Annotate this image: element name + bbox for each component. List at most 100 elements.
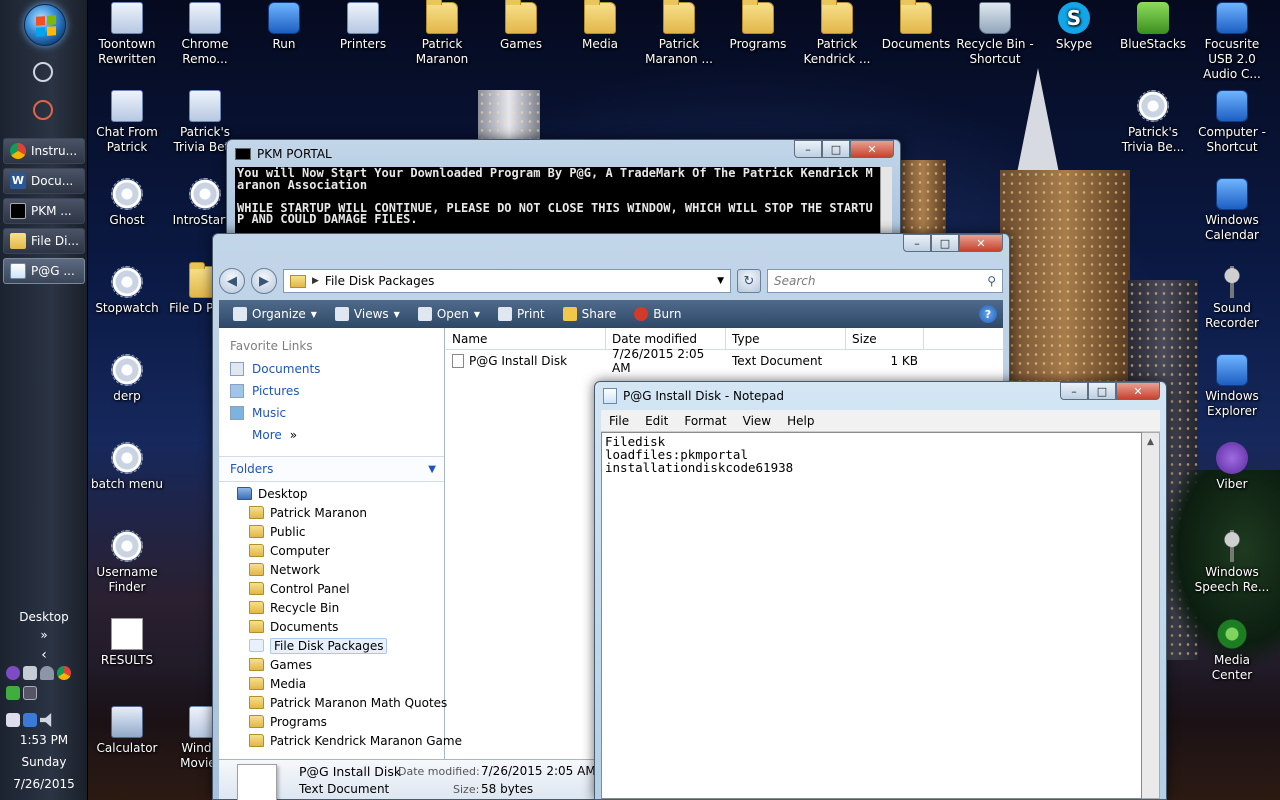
device-tray-icon[interactable]	[6, 713, 20, 727]
tree-item[interactable]: Control Panel	[219, 579, 444, 598]
monitor-tray-icon[interactable]	[23, 686, 37, 700]
show-desktop-icon[interactable]	[33, 62, 53, 82]
collapse-arrow-icon[interactable]: ‹	[0, 647, 88, 663]
close-button[interactable]: ✕	[959, 234, 1003, 252]
tree-item[interactable]: Patrick Maranon Math Quotes	[219, 693, 447, 712]
security-tray-icon[interactable]	[6, 686, 20, 700]
desktop-icon[interactable]: Patrick Maranon ...	[640, 0, 718, 67]
close-button[interactable]: ✕	[850, 140, 894, 158]
chrome-tray-icon[interactable]	[57, 666, 71, 680]
bell-tray-icon[interactable]	[40, 666, 54, 680]
desktop-icon[interactable]: Ghost	[88, 178, 166, 228]
desktop-icon[interactable]: Computer - Shortcut	[1193, 90, 1271, 155]
search-icon[interactable]: ⚲	[987, 274, 996, 288]
desktop-icon[interactable]: Games	[482, 0, 560, 52]
desktop-icon[interactable]: derp	[88, 354, 166, 404]
column-header-size[interactable]: Size	[846, 328, 924, 349]
vertical-scrollbar[interactable]: ▲	[1142, 432, 1160, 799]
console-window[interactable]: PKM PORTAL – □ ✕ You will Now Start Your…	[226, 139, 901, 243]
menu-edit[interactable]: Edit	[637, 414, 676, 428]
tree-item[interactable]: Desktop	[219, 484, 444, 503]
expand-chevron-icon[interactable]: »	[0, 628, 88, 642]
tree-item[interactable]: Documents	[219, 617, 444, 636]
folders-header[interactable]: Folders ▼	[219, 456, 444, 482]
clock-time[interactable]: 1:53 PM	[0, 733, 88, 747]
share-button[interactable]: Share	[555, 302, 625, 326]
minimize-button[interactable]: –	[1060, 382, 1088, 400]
address-dropdown-icon[interactable]: ▼	[717, 276, 724, 286]
desktop-icon[interactable]: Media Center	[1193, 618, 1271, 683]
maximize-button[interactable]: □	[1088, 382, 1116, 400]
desktop-icon[interactable]: Windows Explorer	[1193, 354, 1271, 419]
taskbar-button-console[interactable]: PKM ...	[3, 198, 85, 224]
views-button[interactable]: Views ▼	[327, 302, 408, 326]
desktop-icon[interactable]: Patrick Maranon	[403, 0, 481, 67]
column-header-type[interactable]: Type	[726, 328, 846, 349]
tree-item[interactable]: Public	[219, 522, 444, 541]
favorite-link-music[interactable]: Music	[219, 402, 444, 424]
tree-item[interactable]: Games	[219, 655, 444, 674]
taskbar-button-explorer[interactable]: File Di...	[3, 228, 85, 254]
volume-icon[interactable]	[40, 713, 52, 727]
help-icon[interactable]: ?	[979, 305, 997, 323]
network-tray-icon[interactable]	[23, 666, 37, 680]
taskbar-button-notepad[interactable]: P@G ...	[3, 258, 85, 284]
desktop-icon[interactable]: Documents	[877, 0, 955, 52]
desktop-icon[interactable]: BlueStacks	[1114, 2, 1192, 52]
desktop-icon[interactable]: Stopwatch	[88, 266, 166, 316]
taskbar-button-chrome[interactable]: Instru...	[3, 138, 85, 164]
forward-button[interactable]: ▶	[251, 268, 277, 294]
favorite-link-documents[interactable]: Documents	[219, 358, 444, 380]
search-box[interactable]: Search ⚲	[767, 269, 1003, 293]
burn-button[interactable]: Burn	[626, 302, 689, 326]
desktop-icon[interactable]: Patrick's Trivia Be...	[1114, 90, 1192, 155]
breadcrumb-separator-icon[interactable]: ▶	[312, 276, 319, 286]
desktop-icon[interactable]: Chat From Patrick	[88, 90, 166, 155]
desktop-icon[interactable]: Chrome Remo...	[166, 2, 244, 67]
desktop-icon[interactable]: Focusrite USB 2.0 Audio C...	[1193, 2, 1271, 82]
minimize-button[interactable]: –	[794, 140, 822, 158]
vertical-scrollbar[interactable]	[880, 167, 892, 242]
maximize-button[interactable]: □	[931, 234, 959, 252]
console-output[interactable]: You will Now Start Your Downloaded Progr…	[235, 167, 880, 242]
organize-button[interactable]: Organize ▼	[225, 302, 325, 326]
print-button[interactable]: Print	[490, 302, 553, 326]
tree-item[interactable]: Recycle Bin	[219, 598, 444, 617]
more-links[interactable]: More »	[219, 424, 444, 446]
desktop-icon[interactable]: Toontown Rewritten	[88, 2, 166, 67]
desktop-icon[interactable]: Printers	[324, 2, 402, 52]
scroll-up-icon[interactable]: ▲	[1142, 433, 1159, 450]
viber-tray-icon[interactable]	[6, 666, 20, 680]
back-button[interactable]: ◀	[219, 268, 245, 294]
tree-item[interactable]: Computer	[219, 541, 444, 560]
tree-item[interactable]: File Disk Packages	[219, 636, 444, 655]
desktop-icon[interactable]: Username Finder	[88, 530, 166, 595]
menu-help[interactable]: Help	[779, 414, 822, 428]
notepad-text-area[interactable]: Filedisk loadfiles:pkmportal installatio…	[601, 432, 1142, 799]
desktop-icon[interactable]: batch menu	[88, 442, 166, 492]
search-input[interactable]: Search	[774, 274, 816, 288]
column-header-name[interactable]: Name	[446, 328, 606, 349]
address-bar[interactable]: ▶ File Disk Packages ▼	[283, 269, 731, 293]
desktop-icon[interactable]: Patrick Kendrick ...	[798, 0, 876, 67]
desktop-icon[interactable]: Windows Calendar	[1193, 178, 1271, 243]
tree-item[interactable]: Patrick Maranon	[219, 503, 444, 522]
file-row[interactable]: P@G Install Disk 7/26/2015 2:05 AM Text …	[446, 347, 1003, 375]
desktop-toolbar-label[interactable]: Desktop	[0, 610, 88, 624]
maximize-button[interactable]: □	[822, 140, 850, 158]
desktop-icon[interactable]: Programs	[719, 0, 797, 52]
chevron-down-icon[interactable]: ▼	[428, 464, 436, 475]
desktop-icon[interactable]: Windows Speech Re...	[1193, 530, 1271, 595]
close-button[interactable]: ✕	[1116, 382, 1160, 400]
desktop-icon[interactable]: S Skype	[1035, 2, 1113, 52]
open-button[interactable]: Open ▼	[410, 302, 488, 326]
desktop-icon[interactable]: Media	[561, 0, 639, 52]
start-button[interactable]	[24, 4, 66, 46]
desktop-icon[interactable]: Sound Recorder	[1193, 266, 1271, 331]
browser-quicklaunch-icon[interactable]	[33, 100, 53, 120]
tree-item[interactable]: Programs	[219, 712, 444, 731]
breadcrumb[interactable]: File Disk Packages	[325, 274, 434, 288]
refresh-button[interactable]: ↻	[737, 269, 761, 293]
desktop-icon[interactable]: Run	[245, 2, 323, 52]
menu-view[interactable]: View	[735, 414, 779, 428]
